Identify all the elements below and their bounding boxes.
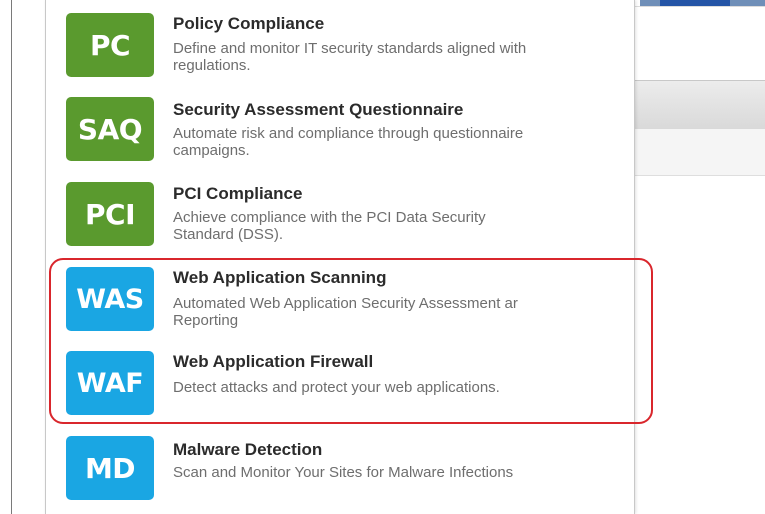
app-title: Web Application Scanning <box>173 268 387 287</box>
subheader-band <box>633 129 765 176</box>
header-divider <box>633 6 765 7</box>
pc-app-icon: PC <box>66 13 154 77</box>
app-description-line1: Achieve compliance with the PCI Data Sec… <box>173 210 486 226</box>
app-description-line2: regulations. <box>173 58 251 74</box>
screen: PC Policy Compliance Define and monitor … <box>0 0 765 514</box>
app-description: Scan and Monitor Your Sites for Malware … <box>173 465 514 481</box>
app-description-line1: Automate risk and compliance through que… <box>173 126 524 142</box>
app-item-malware-detection[interactable]: MD Malware Detection Scan and Monitor Yo… <box>46 420 634 504</box>
app-description-line1: Automated Web Application Security Asses… <box>173 296 518 312</box>
app-title: Web Application Firewall <box>173 352 374 371</box>
app-description: Detect attacks and protect your web appl… <box>173 380 500 396</box>
app-description-line1: Define and monitor IT security standards… <box>173 41 527 57</box>
saq-app-icon: SAQ <box>66 97 154 161</box>
app-title: PCI Compliance <box>173 184 303 203</box>
app-item-pci-compliance[interactable]: PCI PCI Compliance Achieve compliance wi… <box>46 168 634 252</box>
app-item-security-assessment-questionnaire[interactable]: SAQ Security Assessment Questionnaire Au… <box>46 84 634 168</box>
app-title: Policy Compliance <box>173 14 325 33</box>
pci-app-icon: PCI <box>66 182 154 246</box>
app-description-line2: Reporting <box>173 313 239 329</box>
toolbar-band <box>633 80 765 130</box>
md-app-icon: MD <box>66 436 154 500</box>
app-title: Security Assessment Questionnaire <box>173 100 464 119</box>
app-item-policy-compliance[interactable]: PC Policy Compliance Define and monitor … <box>46 0 634 84</box>
app-title: Malware Detection <box>173 440 323 459</box>
window-left-border <box>11 0 12 514</box>
app-item-web-application-firewall[interactable]: WAF Web Application Firewall Detect atta… <box>46 336 634 420</box>
waf-app-icon: WAF <box>66 351 154 415</box>
app-switcher-dropdown: PC Policy Compliance Define and monitor … <box>45 0 635 514</box>
app-item-web-application-scanning[interactable]: WAS Web Application Scanning Automated W… <box>46 252 634 336</box>
app-description-line2: campaigns. <box>173 143 250 159</box>
was-app-icon: WAS <box>66 267 154 331</box>
app-description-line2: Standard (DSS). <box>173 227 284 243</box>
